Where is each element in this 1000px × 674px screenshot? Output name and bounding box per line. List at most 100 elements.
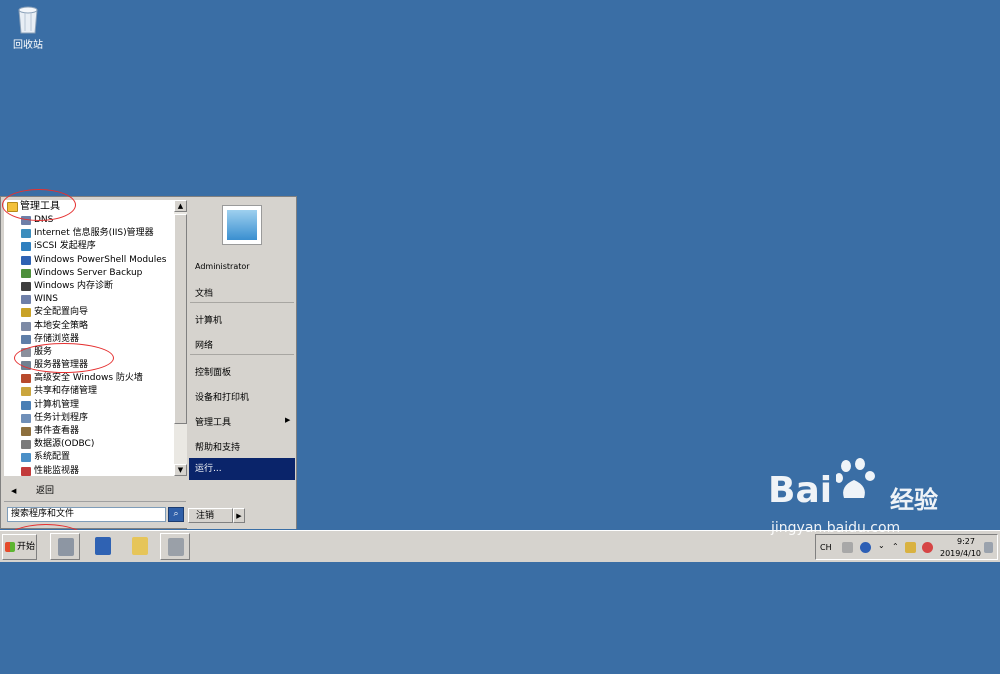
start-menu-left-pane: 管理工具 DNS Internet 信息服务(IIS)管理器 iSCSI 发起程序 Wi…: [2, 198, 187, 674]
program-item[interactable]: 高级安全 Windows 防火墙: [4, 372, 174, 385]
network-item[interactable]: 网络: [195, 338, 213, 351]
program-label: 性能监视器: [34, 465, 80, 476]
taskbar-admin-tools[interactable]: [160, 533, 190, 560]
program-item[interactable]: 安全配置向导: [4, 306, 174, 319]
annotation-circle: [2, 189, 76, 221]
program-item[interactable]: 性能监视器: [4, 465, 174, 476]
program-label: 高级安全 Windows 防火墙: [34, 373, 143, 384]
watermark-url: jingyan.baidu.com: [771, 520, 901, 536]
firewall-icon: [21, 374, 31, 384]
program-item[interactable]: 本地安全策略: [4, 320, 174, 333]
recycle-bin[interactable]: 回收站: [8, 4, 48, 51]
program-item[interactable]: 数据源(ODBC): [4, 438, 174, 451]
admin-tools-icon: [168, 538, 184, 556]
network-icon[interactable]: [922, 542, 933, 553]
divider: [190, 354, 294, 355]
user-picture[interactable]: [222, 205, 262, 245]
recycle-bin-icon: [18, 6, 38, 34]
user-avatar-icon: [227, 210, 257, 240]
program-list-scrollbar[interactable]: ▲ ▼: [174, 200, 187, 476]
program-label: Windows Server Backup: [34, 267, 143, 278]
program-label: Windows 内存诊断: [34, 280, 114, 291]
language-indicator[interactable]: CH: [820, 543, 832, 552]
program-label: Windows PowerShell Modules: [34, 254, 167, 265]
program-label: 共享和存储管理: [34, 386, 98, 397]
program-label: 本地安全策略: [34, 320, 89, 331]
search-icon: ⌕: [173, 509, 179, 519]
program-item[interactable]: 系统配置: [4, 451, 174, 464]
scroll-down-button[interactable]: ▼: [174, 464, 187, 476]
action-center-icon[interactable]: [905, 542, 916, 553]
program-item[interactable]: Windows Server Backup: [4, 267, 174, 280]
help-support-item[interactable]: 帮助和支持: [195, 440, 240, 453]
share-icon: [21, 387, 31, 397]
memory-icon: [21, 281, 31, 291]
computer-item[interactable]: 计算机: [195, 313, 222, 326]
divider: [190, 302, 294, 303]
admin-tools-item[interactable]: 管理工具: [195, 415, 231, 428]
submenu-arrow-icon: ▶: [285, 416, 291, 424]
search-input[interactable]: 搜索程序和文件: [7, 507, 166, 522]
odbc-icon: [21, 440, 31, 450]
taskbar-server-manager[interactable]: [50, 533, 80, 560]
computer-management-icon: [21, 400, 31, 410]
devices-printers-item[interactable]: 设备和打印机: [195, 390, 249, 403]
taskbar-explorer[interactable]: [125, 533, 155, 560]
program-item[interactable]: 计算机管理: [4, 399, 174, 412]
recycle-bin-label: 回收站: [13, 40, 43, 51]
arrow-right-icon: ▶: [236, 512, 242, 520]
program-item[interactable]: WINS: [4, 293, 174, 306]
taskbar-powershell[interactable]: [88, 533, 118, 560]
program-label: 数据源(ODBC): [34, 439, 95, 450]
program-item[interactable]: Windows PowerShell Modules: [4, 254, 174, 267]
clock-date[interactable]: 2019/4/10: [940, 549, 981, 558]
tray-menu-icon[interactable]: ⌄: [878, 541, 885, 550]
user-name-item[interactable]: Administrator: [195, 262, 250, 271]
globe-icon: [21, 242, 31, 252]
start-label: 开始: [17, 542, 36, 552]
documents-item[interactable]: 文档: [195, 286, 213, 299]
keyboard-icon[interactable]: [842, 542, 853, 553]
server-manager-icon: [58, 538, 74, 556]
search-button[interactable]: ⌕: [168, 507, 184, 522]
run-item[interactable]: 运行...: [189, 458, 295, 480]
back-button[interactable]: ◀ 返回: [4, 482, 186, 500]
program-item[interactable]: 存储浏览器: [4, 333, 174, 346]
backup-icon: [21, 268, 31, 278]
watermark-brand-suffix: 经验: [890, 486, 938, 514]
program-item[interactable]: 事件查看器: [4, 425, 174, 438]
program-label: iSCSI 发起程序: [34, 241, 96, 252]
show-desktop-button[interactable]: [984, 542, 993, 553]
help-icon[interactable]: [860, 542, 871, 553]
program-label: 安全配置向导: [34, 307, 89, 318]
folder-icon: [132, 537, 148, 555]
annotation-circle: [14, 343, 114, 373]
program-label: 计算机管理: [34, 399, 80, 410]
program-label: 系统配置: [34, 452, 71, 463]
control-panel-item[interactable]: 控制面板: [195, 365, 231, 378]
search-placeholder: 搜索程序和文件: [11, 509, 75, 519]
scroll-thumb[interactable]: [174, 214, 187, 424]
program-item[interactable]: Internet 信息服务(IIS)管理器: [4, 227, 174, 240]
program-item[interactable]: Windows 内存诊断: [4, 280, 174, 293]
divider: [4, 501, 186, 502]
powershell-icon: [21, 255, 31, 265]
show-hidden-icons[interactable]: ⌃: [892, 542, 899, 551]
back-arrow-icon: ◀: [11, 487, 17, 495]
wins-icon: [21, 295, 31, 305]
system-config-icon: [21, 453, 31, 463]
program-item[interactable]: iSCSI 发起程序: [4, 240, 174, 253]
program-label: 事件查看器: [34, 426, 80, 436]
storage-icon: [21, 334, 31, 344]
shutdown-options-button[interactable]: ▶: [233, 508, 245, 523]
scroll-up-button[interactable]: ▲: [174, 200, 187, 212]
program-label: WINS: [34, 294, 58, 305]
program-item[interactable]: 共享和存储管理: [4, 385, 174, 398]
logoff-button[interactable]: 注销: [188, 508, 233, 523]
event-viewer-icon: [21, 427, 31, 436]
iis-icon: [21, 229, 31, 239]
program-item[interactable]: 任务计划程序: [4, 412, 174, 425]
windows-logo-icon: [5, 542, 15, 552]
start-button[interactable]: 开始: [2, 534, 37, 560]
start-menu-right-pane: Administrator 文档 计算机 网络 控制面板 设备和打印机 管理工具…: [187, 198, 296, 529]
